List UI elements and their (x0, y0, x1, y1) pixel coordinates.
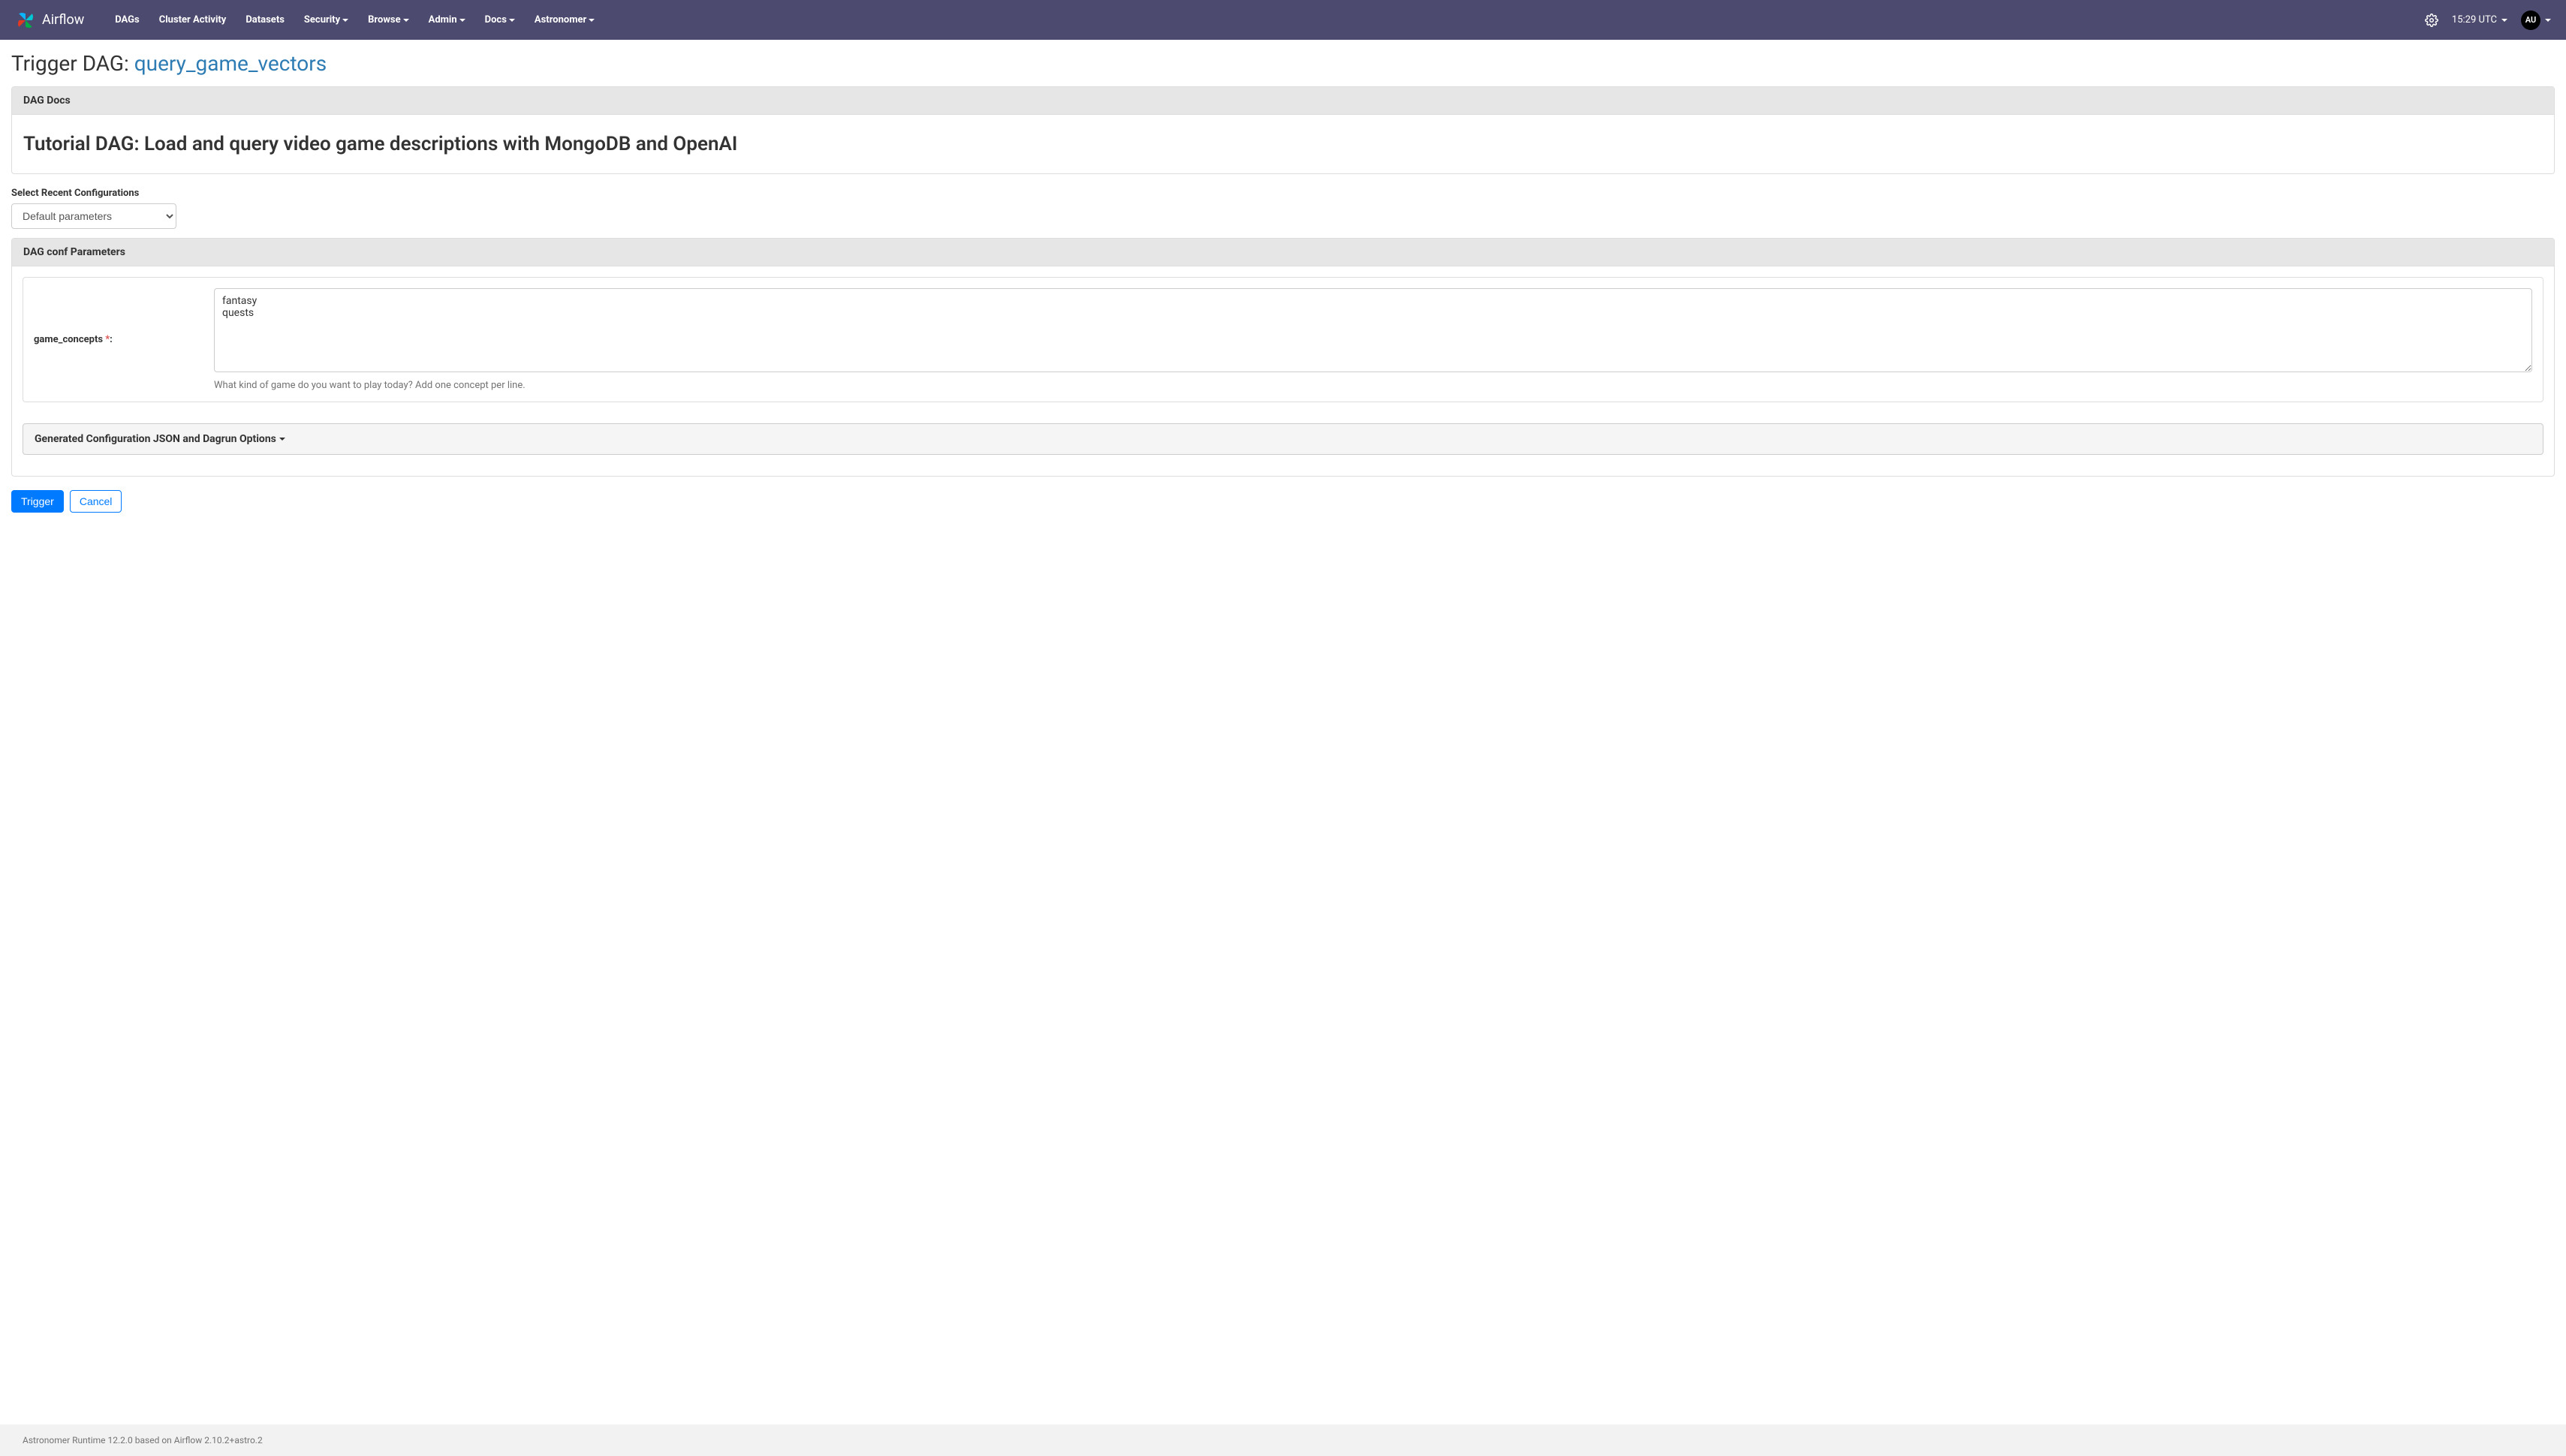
nav-item-security[interactable]: Security (294, 0, 358, 40)
clock-text: 15:29 UTC (2452, 14, 2497, 26)
caret-down-icon (2545, 19, 2551, 22)
user-avatar: AU (2521, 11, 2540, 30)
dag-conf-panel: DAG conf Parameters game_concepts *: Wha… (11, 238, 2555, 477)
footer: Astronomer Runtime 12.2.0 based on Airfl… (0, 1424, 2566, 1456)
nav-item-cluster-activity[interactable]: Cluster Activity (149, 0, 236, 40)
params-table: game_concepts *: What kind of game do yo… (23, 277, 2543, 402)
clock-dropdown[interactable]: 15:29 UTC (2452, 14, 2507, 26)
page-title: Trigger DAG: query_game_vectors (11, 51, 2555, 76)
brand-link[interactable]: Airflow (15, 10, 84, 31)
caret-down-icon (589, 19, 595, 22)
game-concepts-textarea[interactable] (214, 288, 2532, 372)
footer-text: Astronomer Runtime 12.2.0 based on Airfl… (23, 1435, 263, 1445)
brand-text: Airflow (42, 12, 84, 28)
generated-json-toggle[interactable]: Generated Configuration JSON and Dagrun … (23, 424, 2543, 454)
nav-item-label: DAGs (115, 14, 139, 26)
nav-item-astronomer[interactable]: Astronomer (525, 0, 604, 40)
param-row-game-concepts: game_concepts *: What kind of game do yo… (23, 278, 2543, 402)
nav-item-label: Admin (429, 14, 457, 26)
nav-left: DAGs Cluster Activity Datasets Security Brow… (105, 0, 604, 40)
main-navbar: Airflow DAGs Cluster Activity Datasets Secu… (0, 0, 2566, 40)
nav-item-admin[interactable]: Admin (419, 0, 475, 40)
page-title-prefix: Trigger DAG: (11, 51, 134, 76)
recent-config-group: Select Recent Configurations Default par… (11, 188, 2555, 229)
caret-down-icon (403, 19, 409, 22)
caret-down-icon (509, 19, 515, 22)
caret-down-icon (459, 19, 465, 22)
recent-config-label: Select Recent Configurations (11, 188, 2555, 199)
param-colon: : (110, 334, 113, 345)
trigger-button[interactable]: Trigger (11, 490, 64, 513)
nav-item-label: Datasets (245, 14, 285, 26)
form-actions: Trigger Cancel (11, 490, 2555, 513)
settings-gear-icon[interactable] (2425, 14, 2438, 27)
caret-down-icon (279, 438, 285, 441)
nav-item-docs[interactable]: Docs (475, 0, 525, 40)
generated-json-heading-text: Generated Configuration JSON and Dagrun … (35, 433, 276, 445)
nav-right: 15:29 UTC AU (2425, 11, 2551, 30)
user-initials: AU (2525, 15, 2536, 25)
param-label: game_concepts *: (34, 334, 214, 345)
dag-docs-panel: DAG Docs Tutorial DAG: Load and query vi… (11, 86, 2555, 174)
nav-item-datasets[interactable]: Datasets (236, 0, 294, 40)
dag-docs-heading: DAG Docs (12, 87, 2554, 115)
caret-down-icon (2501, 19, 2507, 22)
nav-item-label: Docs (485, 14, 507, 26)
airflow-logo-icon (15, 10, 36, 31)
dag-conf-heading: DAG conf Parameters (12, 239, 2554, 266)
nav-item-label: Astronomer (535, 14, 586, 26)
param-input-cell: What kind of game do you want to play to… (214, 288, 2532, 391)
nav-item-dags[interactable]: DAGs (105, 0, 149, 40)
nav-item-label: Browse (368, 14, 400, 26)
dag-docs-body: Tutorial DAG: Load and query video game … (12, 115, 2554, 173)
param-help-text: What kind of game do you want to play to… (214, 380, 2532, 391)
nav-item-browse[interactable]: Browse (358, 0, 418, 40)
param-name: game_concepts (34, 334, 103, 345)
user-menu[interactable]: AU (2521, 11, 2551, 30)
cancel-button[interactable]: Cancel (70, 490, 122, 513)
nav-item-label: Security (304, 14, 340, 26)
nav-item-label: Cluster Activity (159, 14, 227, 26)
recent-config-select[interactable]: Default parameters (11, 203, 176, 229)
caret-down-icon (342, 19, 348, 22)
generated-json-panel: Generated Configuration JSON and Dagrun … (23, 423, 2543, 455)
dag-id-link[interactable]: query_game_vectors (134, 51, 327, 76)
page-content: Trigger DAG: query_game_vectors DAG Docs… (0, 40, 2566, 524)
